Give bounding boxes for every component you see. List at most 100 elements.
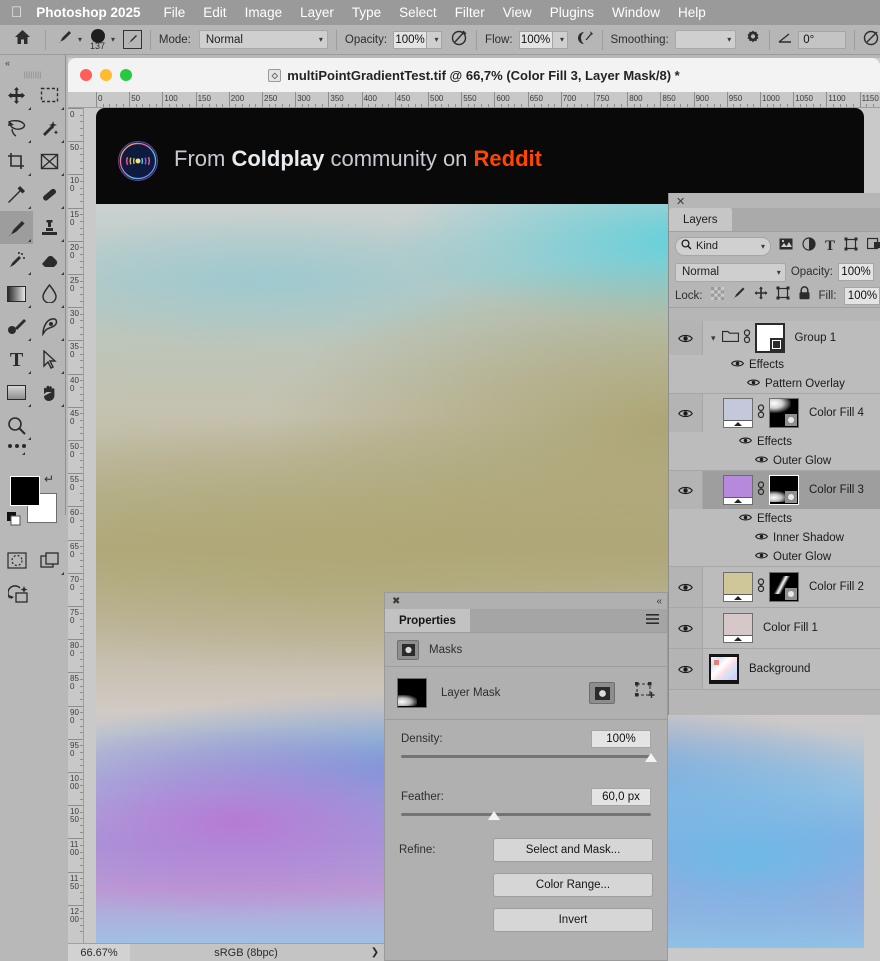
layer-blend-mode-select[interactable]: Normal ▾ [675,262,786,282]
invert-button[interactable]: Invert [493,908,653,932]
layer-name[interactable]: Background [749,663,810,675]
layer-thumbnail[interactable] [723,613,753,643]
crop-icon[interactable] [0,145,33,178]
select-and-mask-button[interactable]: Select and Mask... [493,838,653,862]
brush-preset-chevron-icon[interactable]: ▾ [78,35,82,44]
swap-colors-icon[interactable]: ↵ [44,472,54,486]
layer-effect-item[interactable]: Pattern Overlay [669,374,880,394]
zoom-level[interactable]: 66.67% [68,943,130,961]
tab-properties[interactable]: Properties [385,609,470,632]
healing-icon[interactable] [33,178,66,211]
layer-mask-thumbnail[interactable] [397,678,427,708]
shape-filter-icon[interactable] [844,237,858,256]
angle-value[interactable]: 0° [798,30,846,49]
layer-thumbnail[interactable] [723,572,753,602]
menu-item-file[interactable]: File [155,5,195,20]
table-row[interactable]: Color Fill 2 [669,567,880,608]
table-row[interactable]: Color Fill 4 [669,394,880,432]
eye-visibility-icon[interactable] [746,378,761,390]
magic-wand-icon[interactable] [33,112,66,145]
flow-chevron-icon[interactable]: ▾ [552,30,568,49]
menu-item-image[interactable]: Image [236,5,292,20]
smart-object-filter-icon[interactable] [866,237,880,255]
eye-visibility-icon[interactable] [669,649,703,689]
lock-image-icon[interactable] [732,286,746,305]
opacity-stepper[interactable]: 100% ▾ [393,30,443,49]
eye-visibility-icon[interactable] [669,608,703,648]
gear-icon[interactable] [745,29,761,50]
density-value[interactable]: 100% [591,730,651,748]
quick-mask-icon[interactable] [0,544,33,577]
layer-effects-group[interactable]: Effects [669,355,880,374]
layer-thumbnail[interactable] [754,323,785,353]
smoothing-select[interactable]: ▾ [674,30,737,49]
layer-mask-thumbnail[interactable] [769,475,799,505]
lock-transparency-icon[interactable] [710,286,724,305]
layer-name[interactable]: Color Fill 2 [809,581,864,593]
blend-mode-select[interactable]: Normal ▾ [198,30,328,49]
vertical-ruler[interactable]: 0 50 100 150 200 250 300 350 400 450 500 550 600 650 7… [68,108,84,961]
eye-visibility-icon[interactable] [754,455,769,467]
default-colors-icon[interactable] [7,512,21,531]
magnifier-icon[interactable] [0,409,33,442]
menu-item-filter[interactable]: Filter [446,5,494,20]
eye-visibility-icon[interactable] [669,321,703,355]
pixel-mask-icon[interactable] [589,682,615,704]
pressure-opacity-icon[interactable] [451,29,468,51]
symmetry-icon[interactable] [863,29,880,51]
brush-preset-icon[interactable] [56,28,74,51]
eyedropper-icon[interactable] [0,178,33,211]
link-icon[interactable] [757,404,765,422]
layer-fill-value[interactable]: 100% [844,286,880,305]
blur-drop-icon[interactable] [33,277,66,310]
link-icon[interactable] [757,481,765,499]
eye-visibility-icon[interactable] [738,513,753,525]
eye-visibility-icon[interactable] [754,532,769,544]
layer-mask-thumbnail[interactable] [769,398,799,428]
layer-opacity-value[interactable]: 100% [838,263,874,281]
eye-visibility-icon[interactable] [730,359,745,371]
layer-mask-thumbnail[interactable] [769,572,799,602]
layer-thumbnail[interactable] [723,398,753,428]
menu-item-edit[interactable]: Edit [194,5,235,20]
marquee-icon[interactable] [33,79,66,112]
menu-item-view[interactable]: View [494,5,541,20]
link-icon[interactable] [757,578,765,596]
eye-visibility-icon[interactable] [669,471,703,509]
eye-visibility-icon[interactable] [754,551,769,563]
mask-icon[interactable] [397,639,419,660]
layer-effect-item[interactable]: Inner Shadow [669,528,880,547]
table-row[interactable]: Color Fill 1 [669,608,880,649]
menu-item-window[interactable]: Window [603,5,669,20]
adjustment-filter-icon[interactable] [802,236,816,256]
feather-slider-knob[interactable] [487,811,500,820]
hand-icon[interactable] [33,376,66,409]
screen-mode-icon[interactable] [33,544,66,577]
menu-item-layer[interactable]: Layer [291,5,343,20]
type-icon[interactable]: T [0,343,33,376]
apple-logo-icon[interactable]:  [11,5,22,20]
eye-visibility-icon[interactable] [669,567,703,607]
menu-item-help[interactable]: Help [669,5,715,20]
layer-name[interactable]: Color Fill 3 [809,484,864,496]
pen-icon[interactable] [33,310,66,343]
layer-thumbnail[interactable] [709,654,739,684]
opacity-value[interactable]: 100% [393,30,428,49]
layer-effect-item[interactable]: Outer Glow [669,547,880,567]
tab-layers[interactable]: Layers [669,208,732,231]
move-tool[interactable] [0,79,33,112]
app-name-label[interactable]: Photoshop 2025 [36,5,140,20]
layer-effects-group[interactable]: Effects [669,432,880,451]
layer-thumbnail[interactable] [723,475,753,505]
brush-size-chevron-icon[interactable]: ▾ [111,35,115,44]
lock-all-icon[interactable] [798,286,811,305]
dodge-icon[interactable] [0,310,33,343]
link-icon[interactable] [743,329,751,347]
foreground-color-swatch[interactable] [10,476,40,506]
collapse-double-chevron-icon[interactable]: « [656,596,661,607]
vector-mask-icon[interactable] [635,681,655,705]
menu-item-select[interactable]: Select [390,5,446,20]
eraser-icon[interactable] [33,244,66,277]
table-row[interactable]: Color Fill 3 [669,471,880,509]
table-row[interactable]: Background [669,649,880,690]
